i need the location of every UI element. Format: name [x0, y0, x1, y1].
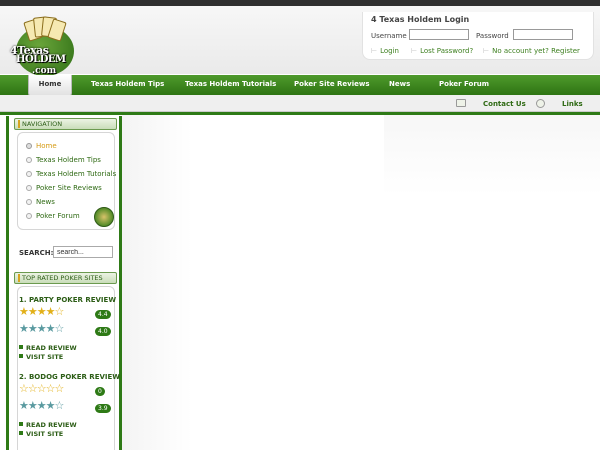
arrow-icon: ⊢ — [371, 47, 378, 55]
site-review-title[interactable]: 1. PARTY POKER REVIEW — [19, 296, 116, 304]
bullet-icon — [26, 213, 32, 219]
secondary-nav: Contact Us Links — [0, 95, 600, 112]
visit-site-link[interactable]: VISIT SITE — [19, 430, 63, 438]
sidebar-item-texas-holdem-tips[interactable]: Texas Holdem Tips — [26, 156, 101, 164]
search-label: SEARCH: — [19, 249, 54, 257]
content-shade — [122, 115, 192, 450]
bullet-icon — [26, 185, 32, 191]
bullet-icon — [26, 157, 32, 163]
nav-poker-forum[interactable]: Poker Forum — [439, 80, 489, 88]
bullet-icon — [26, 171, 32, 177]
rating-score: 4.4 — [95, 310, 111, 319]
password-input[interactable] — [513, 29, 573, 40]
poker-chip-badge-icon — [94, 207, 114, 227]
contact-card-icon — [456, 99, 466, 107]
sidebar-item-home[interactable]: Home — [26, 142, 57, 150]
square-bullet-icon — [19, 345, 23, 349]
sidebar-item-poker-forum[interactable]: Poker Forum — [26, 212, 80, 220]
top-rated-title: TOP RATED POKER SITES — [14, 272, 117, 284]
star-rating-icon[interactable]: ☆☆☆☆☆ — [19, 383, 64, 394]
rating-score: 4.0 — [95, 327, 111, 336]
square-bullet-icon — [19, 431, 23, 435]
lost-password-link[interactable]: ⊢ Lost Password? — [411, 47, 473, 55]
navigation-box: Home Texas Holdem Tips Texas Holdem Tuto… — [17, 132, 116, 230]
rating-score: 0 — [95, 387, 105, 396]
navigation-title: NAVIGATION — [14, 118, 117, 130]
nav-texas-holdem-tips[interactable]: Texas Holdem Tips — [91, 80, 164, 88]
read-review-link[interactable]: READ REVIEW — [19, 344, 77, 352]
username-label: Username — [371, 32, 407, 40]
square-bullet-icon — [19, 354, 23, 358]
sidebar-item-news[interactable]: News — [26, 198, 55, 206]
login-title: 4 Texas Holdem Login — [371, 15, 470, 24]
sidebar-item-texas-holdem-tutorials[interactable]: Texas Holdem Tutorials — [26, 170, 116, 178]
arrow-icon: ⊢ — [411, 47, 418, 55]
site-logo[interactable]: 4Texas HOLDEM .com — [8, 14, 82, 76]
arrow-icon: ⊢ — [483, 47, 490, 55]
nav-texas-holdem-tutorials[interactable]: Texas Holdem Tutorials — [185, 80, 276, 88]
nav-news[interactable]: News — [389, 80, 410, 88]
nav-home[interactable]: Home — [28, 75, 72, 97]
bullet-icon — [26, 199, 32, 205]
links-link[interactable]: Links — [562, 100, 583, 108]
square-bullet-icon — [19, 422, 23, 426]
nav-poker-site-reviews[interactable]: Poker Site Reviews — [294, 80, 370, 88]
login-link[interactable]: ⊢ Login — [371, 47, 399, 55]
star-rating-icon[interactable]: ★★★★☆ — [19, 400, 64, 411]
search-input[interactable] — [53, 246, 113, 258]
password-label: Password — [476, 32, 509, 40]
rating-score: 3.9 — [95, 404, 111, 413]
login-panel: 4 Texas Holdem Login Username Password ⊢… — [362, 12, 594, 60]
sidebar: NAVIGATION Home Texas Holdem Tips Texas … — [6, 116, 122, 450]
links-globe-icon — [536, 99, 545, 108]
site-review-title[interactable]: 2. BODOG POKER REVIEW — [19, 373, 120, 381]
content-shade-top — [384, 115, 600, 195]
main-nav: Home Texas Holdem Tips Texas Holdem Tuto… — [0, 75, 600, 97]
star-rating-icon[interactable]: ★★★★☆ — [19, 306, 64, 317]
logo-text-line2: HOLDEM — [16, 54, 66, 65]
username-input[interactable] — [409, 29, 469, 40]
read-review-link[interactable]: READ REVIEW — [19, 421, 77, 429]
bullet-icon — [26, 143, 32, 149]
header: 4Texas HOLDEM .com 4 Texas Holdem Login … — [0, 6, 600, 76]
register-link[interactable]: ⊢ No account yet? Register — [483, 47, 580, 55]
star-rating-icon[interactable]: ★★★★☆ — [19, 323, 64, 334]
visit-site-link[interactable]: VISIT SITE — [19, 353, 63, 361]
logo-cards-icon — [22, 16, 68, 42]
main-content — [122, 115, 600, 450]
contact-us-link[interactable]: Contact Us — [483, 100, 526, 108]
sidebar-item-poker-site-reviews[interactable]: Poker Site Reviews — [26, 184, 102, 192]
